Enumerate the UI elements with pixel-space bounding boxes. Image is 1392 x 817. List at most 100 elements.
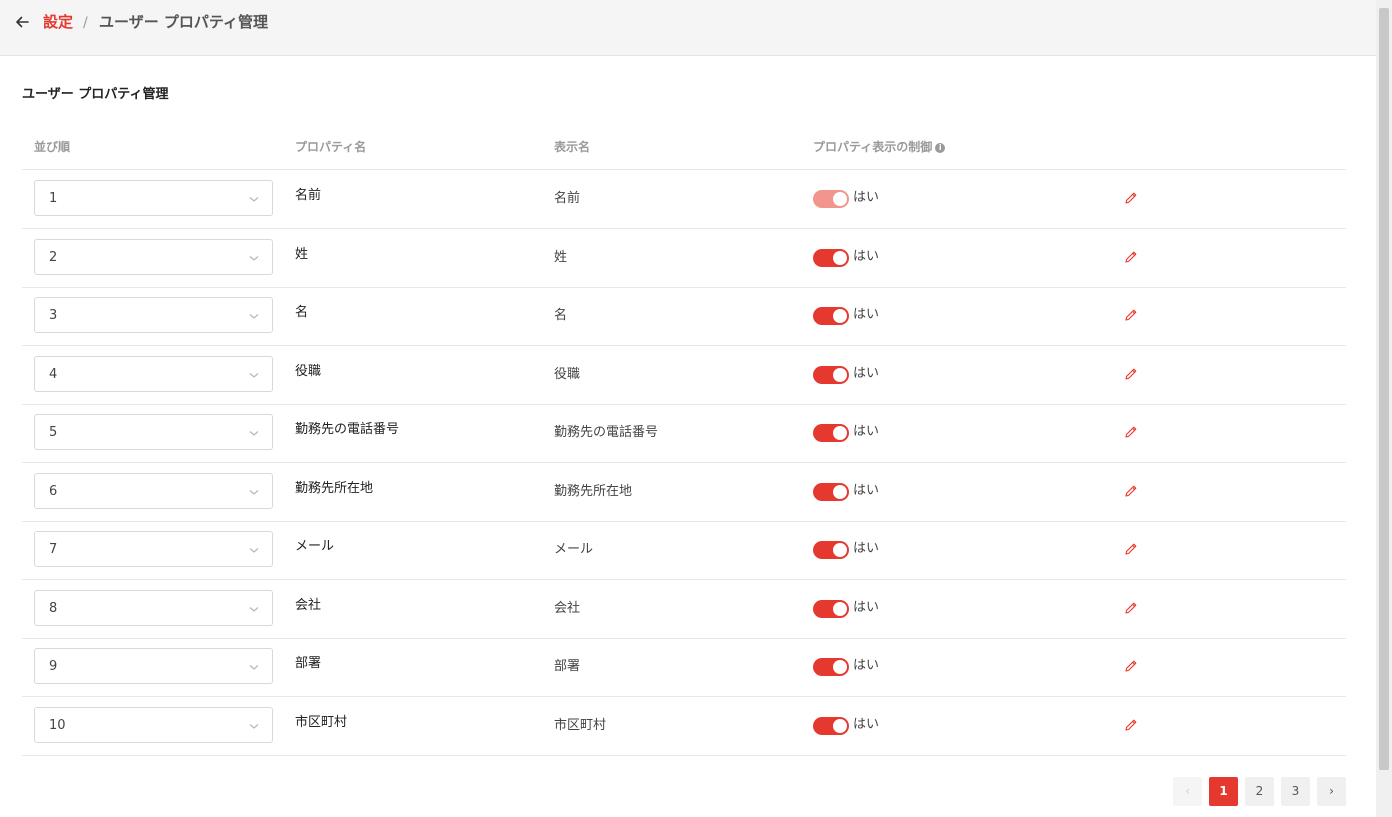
property-name: メール <box>295 539 335 554</box>
table-row: 8 会社 会社 はい <box>22 580 1346 639</box>
order-value: 2 <box>49 250 58 265</box>
display-name: メール <box>554 542 594 557</box>
header-bar: 設定 / ユーザー プロパティ管理 <box>0 0 1376 56</box>
pencil-icon[interactable] <box>1123 541 1139 557</box>
toggle-knob <box>833 426 847 440</box>
pagination-page-2[interactable]: 2 <box>1245 777 1274 806</box>
visibility-toggle[interactable] <box>813 600 849 618</box>
property-name: 役職 <box>295 364 322 379</box>
pencil-icon[interactable] <box>1123 366 1139 382</box>
chevron-down-icon <box>249 665 259 670</box>
order-select[interactable]: 5 <box>34 414 273 450</box>
display-name: 役職 <box>554 367 581 382</box>
property-name: 名前 <box>295 188 322 203</box>
breadcrumb-current: ユーザー プロパティ管理 <box>99 13 269 31</box>
chevron-down-icon <box>249 431 259 436</box>
table-row: 2 姓 姓 はい <box>22 229 1346 288</box>
breadcrumb-separator: / <box>83 15 88 31</box>
pencil-icon[interactable] <box>1123 249 1139 265</box>
visibility-toggle[interactable] <box>813 483 849 501</box>
toggle-label: はい <box>853 249 880 264</box>
visibility-toggle[interactable] <box>813 424 849 442</box>
pagination-page-3[interactable]: 3 <box>1281 777 1310 806</box>
chevron-down-icon <box>249 314 259 319</box>
scrollbar-thumb[interactable] <box>1379 8 1389 770</box>
pagination-prev-button[interactable]: ‹ <box>1173 777 1202 806</box>
pagination-page-1[interactable]: 1 <box>1209 777 1238 806</box>
toggle-knob <box>833 660 847 674</box>
pencil-icon[interactable] <box>1123 600 1139 616</box>
property-name: 勤務先所在地 <box>295 481 374 496</box>
toggle-knob <box>833 543 847 557</box>
property-name: 名 <box>295 305 309 320</box>
pencil-icon[interactable] <box>1123 717 1139 733</box>
toggle-label: はい <box>853 190 880 205</box>
display-name: 勤務先所在地 <box>554 484 633 499</box>
display-name: 勤務先の電話番号 <box>554 425 659 440</box>
table-row: 4 役職 役職 はい <box>22 346 1346 405</box>
table-row: 3 名 名 はい <box>22 287 1346 346</box>
column-header-order: 並び順 <box>34 140 71 154</box>
order-value: 1 <box>49 191 58 206</box>
order-select[interactable]: 9 <box>34 648 273 684</box>
display-name: 名 <box>554 308 568 323</box>
property-name: 勤務先の電話番号 <box>295 422 400 437</box>
pencil-icon[interactable] <box>1123 424 1139 440</box>
visibility-toggle[interactable] <box>813 249 849 267</box>
display-name: 会社 <box>554 601 581 616</box>
display-name: 部署 <box>554 659 581 674</box>
visibility-toggle[interactable] <box>813 307 849 325</box>
order-select[interactable]: 8 <box>34 590 273 626</box>
display-name: 姓 <box>554 250 568 265</box>
order-select[interactable]: 7 <box>34 531 273 567</box>
toggle-knob <box>833 485 847 499</box>
column-header-property-name: プロパティ名 <box>295 140 367 154</box>
pagination-next-button[interactable]: › <box>1317 777 1346 806</box>
order-value: 7 <box>49 542 58 557</box>
display-name: 市区町村 <box>554 718 607 733</box>
chevron-down-icon <box>249 548 259 553</box>
property-name: 会社 <box>295 598 322 613</box>
toggle-knob <box>833 251 847 265</box>
table-row: 9 部署 部署 はい <box>22 638 1346 697</box>
property-name: 部署 <box>295 656 322 671</box>
toggle-knob <box>833 602 847 616</box>
visibility-toggle <box>813 190 849 208</box>
toggle-label: はい <box>853 600 880 615</box>
column-header-visibility: プロパティ表示の制御 i <box>813 139 946 155</box>
column-header-visibility-label: プロパティ表示の制御 <box>813 140 933 154</box>
table-row: 10 市区町村 市区町村 はい <box>22 697 1346 756</box>
toggle-label: はい <box>853 541 880 556</box>
visibility-toggle[interactable] <box>813 366 849 384</box>
arrow-left-icon[interactable] <box>13 13 31 31</box>
visibility-toggle[interactable] <box>813 541 849 559</box>
chevron-down-icon <box>249 724 259 729</box>
order-select[interactable]: 1 <box>34 180 273 216</box>
vertical-scrollbar[interactable] <box>1376 0 1392 817</box>
pencil-icon[interactable] <box>1123 190 1139 206</box>
toggle-knob <box>833 719 847 733</box>
order-select[interactable]: 3 <box>34 297 273 333</box>
order-select[interactable]: 4 <box>34 356 273 392</box>
column-header-display-name: 表示名 <box>554 140 591 154</box>
pencil-icon[interactable] <box>1123 658 1139 674</box>
order-select[interactable]: 10 <box>34 707 273 743</box>
chevron-down-icon <box>249 197 259 202</box>
order-select[interactable]: 6 <box>34 473 273 509</box>
toggle-label: はい <box>853 483 880 498</box>
order-value: 6 <box>49 484 58 499</box>
toggle-knob <box>833 309 847 323</box>
breadcrumb-settings-link[interactable]: 設定 <box>43 12 73 32</box>
table-row: 6 勤務先所在地 勤務先所在地 はい <box>22 463 1346 522</box>
table-row: 5 勤務先の電話番号 勤務先の電話番号 はい <box>22 404 1346 463</box>
toggle-knob <box>833 368 847 382</box>
visibility-toggle[interactable] <box>813 658 849 676</box>
pencil-icon[interactable] <box>1123 483 1139 499</box>
order-select[interactable]: 2 <box>34 239 273 275</box>
pencil-icon[interactable] <box>1123 307 1139 323</box>
info-icon[interactable]: i <box>935 143 946 153</box>
table-row: 1 名前 名前 はい <box>22 170 1346 229</box>
order-value: 8 <box>49 601 58 616</box>
visibility-toggle[interactable] <box>813 717 849 735</box>
toggle-label: はい <box>853 717 880 732</box>
